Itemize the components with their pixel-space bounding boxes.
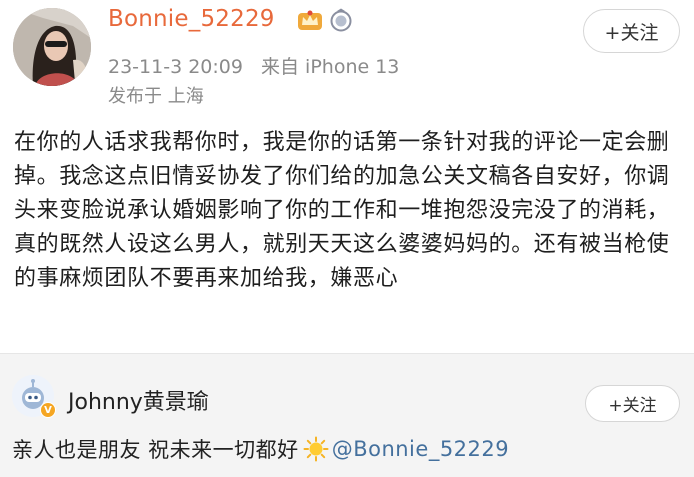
post-location: 发布于 上海 — [108, 86, 204, 107]
reply-text-row: 亲人也是朋友 祝未来一切都好 @Bonnie_52229 — [12, 434, 509, 464]
reply-text: 亲人也是朋友 祝未来一切都好 — [12, 438, 299, 462]
membership-ring-icon[interactable] — [330, 8, 352, 32]
follow-button[interactable]: +关注 — [583, 9, 680, 53]
post-body-text: 在你的人话求我帮你时，我是你的话第一条针对我的评论一定会删掉。我念这点旧情妥协发… — [14, 130, 670, 291]
weibo-post: Bonnie_52229 23-11-3 20:09 来自 iPhone 13 … — [0, 0, 694, 353]
mention-link[interactable]: @Bonnie_52229 — [332, 437, 509, 461]
post-meta: 23-11-3 20:09 来自 iPhone 13 — [108, 52, 399, 79]
post-source: 来自 iPhone 13 — [261, 56, 400, 78]
post-timestamp: 23-11-3 20:09 — [108, 56, 243, 78]
reply-follow-button[interactable]: +关注 — [585, 385, 680, 422]
sun-emoji-icon — [303, 436, 329, 462]
avatar[interactable] — [13, 8, 91, 86]
crown-badge-icon[interactable] — [297, 9, 323, 31]
verified-v-icon: V — [40, 402, 56, 418]
post-username[interactable]: Bonnie_52229 — [108, 6, 275, 32]
reply-post: V Johnny黄景瑜 +关注 亲人也是朋友 祝未来一切都好 @Bonnie_5… — [0, 353, 694, 477]
reply-username[interactable]: Johnny黄景瑜 — [68, 384, 209, 416]
avatar-photo — [13, 8, 91, 86]
